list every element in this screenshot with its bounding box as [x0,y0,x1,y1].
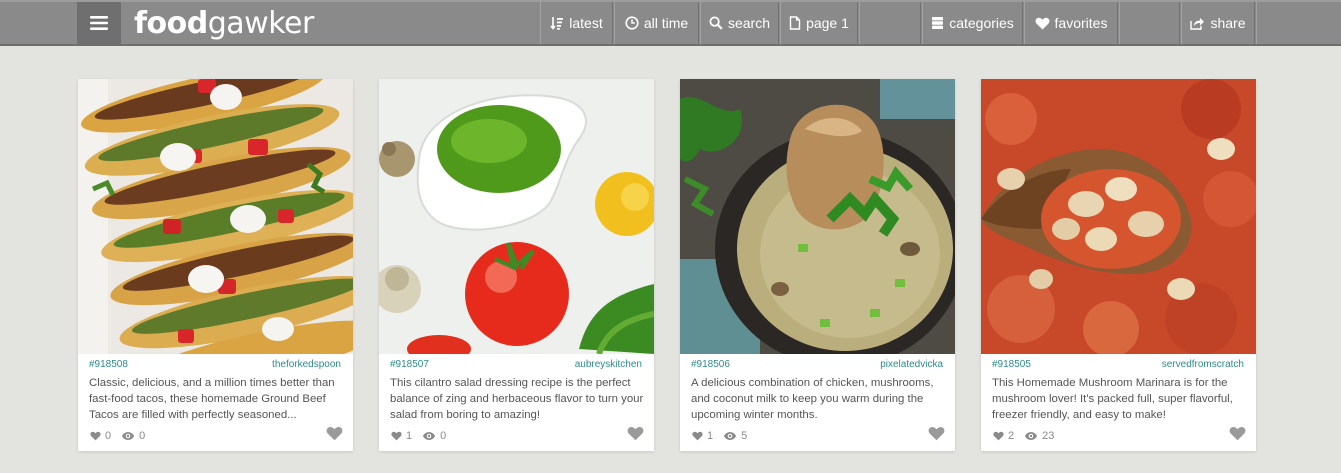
recipe-id-link[interactable]: #918506 [691,359,730,370]
author-link[interactable]: theforkedspoon [272,359,341,370]
nav-categories[interactable]: categories [922,2,1023,44]
nav-latest[interactable]: latest [540,2,613,44]
clock-icon [625,16,639,30]
author-link[interactable]: servedfromscratch [1162,359,1244,370]
views-count: 23 [1042,430,1055,442]
eye-icon [1025,432,1038,440]
nav-search-label: search [727,15,771,31]
recipe-id-link[interactable]: #918508 [89,359,128,370]
nav-page[interactable]: page 1 [780,2,858,44]
nav-favorites[interactable]: favorites [1024,2,1118,44]
likes-count: 2 [1008,430,1015,442]
share-icon [1190,17,1205,30]
eye-icon [724,432,737,440]
recipe-photo-mushroom-marinara[interactable] [981,79,1256,354]
nav-categories-label: categories [949,15,1014,31]
eye-icon [122,432,135,440]
nav-all-time[interactable]: all time [614,2,699,44]
likes-count: 0 [105,430,112,442]
nav-spacer [859,2,921,44]
hamburger-icon [90,16,108,30]
card-stats: 1 0 [391,429,452,443]
views-count: 0 [440,430,447,442]
sort-latest-icon [550,17,564,30]
views-count: 0 [139,430,146,442]
nav-divider [1256,2,1257,44]
card-stats: 2 23 [993,429,1060,443]
author-link[interactable]: aubreyskitchen [575,359,642,370]
recipe-card: #918506 pixelatedvicka A delicious combi… [680,79,955,451]
recipe-card: #918508 theforkedspoon Classic, deliciou… [78,79,353,451]
recipe-photo-tacos[interactable] [78,79,353,354]
heart-icon [928,427,945,441]
nav-all-time-label: all time [643,15,689,31]
recipe-description[interactable]: This cilantro salad dressing recipe is t… [390,375,644,423]
recipe-card: #918505 servedfromscratch This Homemade … [981,79,1256,451]
heart-icon [692,431,703,441]
card-stats: 0 0 [90,429,151,443]
recipe-photo-cilantro-dressing[interactable] [379,79,654,354]
heart-icon [391,431,402,441]
eye-icon [423,432,436,440]
card-stats: 1 5 [692,429,753,443]
card-meta-row: #918508 theforkedspoon [89,357,341,371]
favorite-button[interactable] [326,426,343,446]
card-meta-row: #918505 servedfromscratch [992,357,1244,371]
likes-count: 1 [707,430,714,442]
nav-search[interactable]: search [700,2,779,44]
top-nav-bar: foodgawker latest all time search page 1 [0,0,1341,46]
logo-light-text: gawker [207,6,315,41]
recipe-id-link[interactable]: #918507 [390,359,429,370]
author-link[interactable]: pixelatedvicka [880,359,943,370]
recipe-card: #918507 aubreyskitchen This cilantro sal… [379,79,654,451]
favorite-button[interactable] [1229,426,1246,446]
nav-share[interactable]: share [1181,2,1255,44]
heart-icon [627,427,644,441]
nav-favorites-label: favorites [1054,15,1108,31]
nav-latest-label: latest [569,15,603,31]
favorite-button[interactable] [627,426,644,446]
heart-icon [1229,427,1246,441]
site-logo[interactable]: foodgawker [134,6,314,42]
favorite-button[interactable] [928,426,945,446]
heart-icon [993,431,1004,441]
card-meta-row: #918507 aubreyskitchen [390,357,642,371]
card-meta-row: #918506 pixelatedvicka [691,357,943,371]
search-icon [709,16,723,30]
heart-icon [90,431,101,441]
categories-icon [932,17,944,29]
recipe-id-link[interactable]: #918505 [992,359,1031,370]
recipe-description[interactable]: Classic, delicious, and a million times … [89,375,343,423]
likes-count: 1 [406,430,413,442]
page-icon [789,16,801,30]
nav-page-label: page 1 [806,15,849,31]
heart-icon [326,427,343,441]
nav-spacer-2 [1119,2,1180,44]
recipe-description[interactable]: This Homemade Mushroom Marinara is for t… [992,375,1246,423]
recipe-photo-chicken-soup[interactable] [680,79,955,354]
views-count: 5 [741,430,748,442]
heart-icon [1035,17,1049,29]
logo-bold-text: food [134,6,208,41]
recipe-description[interactable]: A delicious combination of chicken, mush… [691,375,945,423]
hamburger-menu-button[interactable] [77,2,121,44]
nav-share-label: share [1210,15,1246,31]
